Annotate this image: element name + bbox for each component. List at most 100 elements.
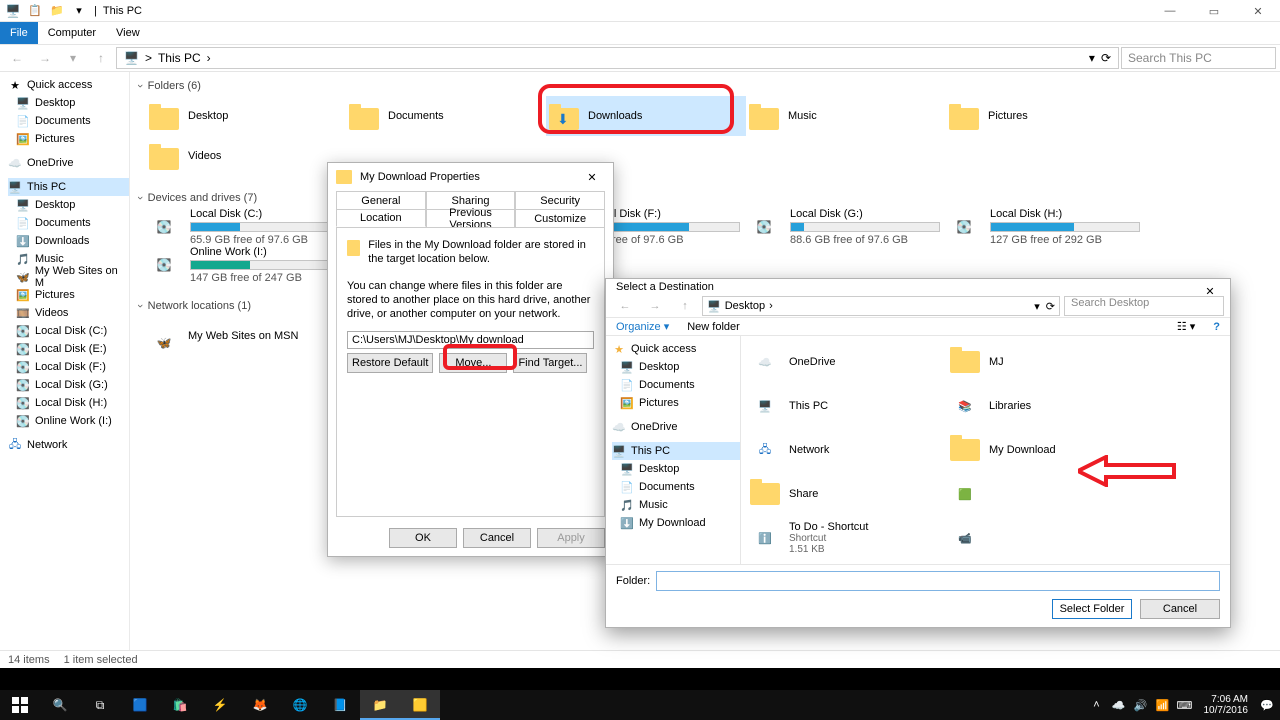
tab-security[interactable]: Security <box>515 191 605 209</box>
nav-pictures[interactable]: 🖼️Pictures <box>8 130 129 148</box>
apply-button[interactable]: Apply <box>537 528 605 548</box>
folder-pictures[interactable]: Pictures <box>946 96 1146 136</box>
dest-nav-onedrive[interactable]: ☁️OneDrive <box>612 418 740 436</box>
tab-general[interactable]: General <box>336 191 426 209</box>
nav-drive-i[interactable]: 💽Online Work (I:) <box>8 412 129 430</box>
taskbar-firefox[interactable]: 🦊 <box>240 690 280 720</box>
address-bar[interactable]: 🖥️ > This PC › ▾ ⟳ <box>116 47 1119 69</box>
nav-pc-videos[interactable]: 🎞️Videos <box>8 304 129 322</box>
dest-item-share[interactable]: Share <box>745 472 945 516</box>
dest-nav-pictures[interactable]: 🖼️Pictures <box>612 394 740 412</box>
view-button[interactable]: ☷ ▾ <box>1177 320 1195 333</box>
nav-forward-button[interactable]: → <box>32 47 58 69</box>
folder-name-input[interactable] <box>656 571 1220 591</box>
task-view-button[interactable]: ⧉ <box>80 690 120 720</box>
maximize-button[interactable]: ▭ <box>1192 0 1236 22</box>
qat-properties-icon[interactable]: 📋 <box>27 3 43 19</box>
nav-pc-websites[interactable]: 🦋My Web Sites on M <box>8 268 129 286</box>
help-icon[interactable]: ? <box>1213 321 1220 333</box>
tray-volume-icon[interactable]: 🔊 <box>1132 696 1150 714</box>
folder-documents[interactable]: Documents <box>346 96 546 136</box>
nav-pc-desktop[interactable]: 🖥️Desktop <box>8 196 129 214</box>
taskbar-search-button[interactable]: 🔍 <box>40 690 80 720</box>
breadcrumb-item[interactable]: This PC <box>158 51 201 65</box>
qat-dropdown-icon[interactable]: ▾ <box>71 3 87 19</box>
taskbar-winamp[interactable]: ⚡ <box>200 690 240 720</box>
dest-nav-quick-access[interactable]: ★Quick access <box>612 340 740 358</box>
nav-onedrive[interactable]: ☁️OneDrive <box>8 154 129 172</box>
nav-documents[interactable]: 📄Documents <box>8 112 129 130</box>
folder-desktop[interactable]: Desktop <box>146 96 346 136</box>
taskbar-chrome[interactable]: 🌐 <box>280 690 320 720</box>
nav-recent-button[interactable]: ▾ <box>60 47 86 69</box>
nav-network[interactable]: 🖧Network <box>8 436 129 454</box>
dest-item-libraries[interactable]: 📚Libraries <box>945 384 1145 428</box>
new-folder-button[interactable]: New folder <box>687 321 740 333</box>
nav-up-button[interactable]: ↑ <box>672 295 698 317</box>
tab-computer[interactable]: Computer <box>38 22 106 44</box>
dest-item-onedrive[interactable]: ☁️OneDrive <box>745 340 945 384</box>
tab-file[interactable]: File <box>0 22 38 44</box>
tray-network-icon[interactable]: 📶 <box>1154 696 1172 714</box>
dest-item-todo[interactable]: ℹ️To Do - ShortcutShortcut1.51 KB <box>745 516 945 560</box>
tray-onedrive-icon[interactable]: ☁️ <box>1110 696 1128 714</box>
taskbar-word[interactable]: 📘 <box>320 690 360 720</box>
dest-nav-pc-music[interactable]: 🎵Music <box>612 496 740 514</box>
cancel-button[interactable]: Cancel <box>463 528 531 548</box>
nav-drive-f[interactable]: 💽Local Disk (F:) <box>8 358 129 376</box>
taskbar-explorer[interactable]: 📁 <box>360 690 400 720</box>
drive-c[interactable]: 💽 Local Disk (C:)65.9 GB free of 97.6 GB <box>146 208 346 246</box>
tray-language-icon[interactable]: ⌨ <box>1176 696 1194 714</box>
dest-item-network[interactable]: 🖧Network <box>745 428 945 472</box>
tab-view[interactable]: View <box>106 22 150 44</box>
ok-button[interactable]: OK <box>389 528 457 548</box>
drive-h[interactable]: 💽 Local Disk (H:)127 GB free of 292 GB <box>946 208 1146 246</box>
minimize-button[interactable]: — <box>1148 0 1192 22</box>
qat-newfolder-icon[interactable]: 📁 <box>49 3 65 19</box>
properties-close-button[interactable]: ✕ <box>571 163 613 191</box>
select-folder-button[interactable]: Select Folder <box>1052 599 1132 619</box>
dest-item-unknown[interactable]: 🟩 <box>945 472 1145 516</box>
dest-item-mj[interactable]: MJ <box>945 340 1145 384</box>
drive-i[interactable]: 💽 Online Work (I:)147 GB free of 247 GB <box>146 246 346 284</box>
nav-pc-downloads[interactable]: ⬇️Downloads <box>8 232 129 250</box>
nav-forward-button[interactable]: → <box>642 295 668 317</box>
dest-nav-pc-desktop[interactable]: 🖥️Desktop <box>612 460 740 478</box>
refresh-icon[interactable]: ⟳ <box>1101 51 1111 65</box>
tray-clock[interactable]: 7:06 AM10/7/2016 <box>1204 694 1249 716</box>
start-button[interactable] <box>0 690 40 720</box>
destination-cancel-button[interactable]: Cancel <box>1140 599 1220 619</box>
move-button[interactable]: Move... <box>439 353 507 373</box>
find-target-button[interactable]: Find Target... <box>513 353 587 373</box>
dest-nav-documents[interactable]: 📄Documents <box>612 376 740 394</box>
nav-drive-c[interactable]: 💽Local Disk (C:) <box>8 322 129 340</box>
destination-close-button[interactable]: ✕ <box>1190 279 1230 303</box>
nav-quick-access[interactable]: ★Quick access <box>8 76 129 94</box>
close-button[interactable]: ✕ <box>1236 0 1280 22</box>
breadcrumb-item[interactable]: Desktop <box>725 300 765 312</box>
tab-location[interactable]: Location <box>336 209 426 227</box>
drive-g[interactable]: 💽 Local Disk (G:)88.6 GB free of 97.6 GB <box>746 208 946 246</box>
folder-videos[interactable]: Videos <box>146 136 346 176</box>
folder-downloads[interactable]: ⬇Downloads <box>546 96 746 136</box>
taskbar-app[interactable]: 🟨 <box>400 690 440 720</box>
taskbar-store[interactable]: 🛍️ <box>160 690 200 720</box>
dest-nav-this-pc[interactable]: 🖥️This PC <box>612 442 740 460</box>
nav-drive-h[interactable]: 💽Local Disk (H:) <box>8 394 129 412</box>
location-path-input[interactable] <box>347 331 594 349</box>
dest-item-this-pc[interactable]: 🖥️This PC <box>745 384 945 428</box>
dest-item-my-download[interactable]: My Download <box>945 428 1145 472</box>
section-drives-header[interactable]: Devices and drives (7) <box>138 192 1272 204</box>
nav-back-button[interactable]: ← <box>612 295 638 317</box>
nav-drive-g[interactable]: 💽Local Disk (G:) <box>8 376 129 394</box>
tray-notifications-icon[interactable]: 💬 <box>1258 696 1276 714</box>
nav-back-button[interactable]: ← <box>4 47 30 69</box>
organize-menu[interactable]: Organize ▾ <box>616 320 669 333</box>
nav-pc-documents[interactable]: 📄Documents <box>8 214 129 232</box>
restore-default-button[interactable]: Restore Default <box>347 353 433 373</box>
nav-up-button[interactable]: ↑ <box>88 47 114 69</box>
search-input[interactable]: Search This PC <box>1121 47 1276 69</box>
netloc-msn[interactable]: 🦋My Web Sites on MSN <box>146 316 346 356</box>
address-dropdown-icon[interactable]: ▾ <box>1089 51 1095 65</box>
tray-chevron-up-icon[interactable]: ˄ <box>1088 696 1106 714</box>
